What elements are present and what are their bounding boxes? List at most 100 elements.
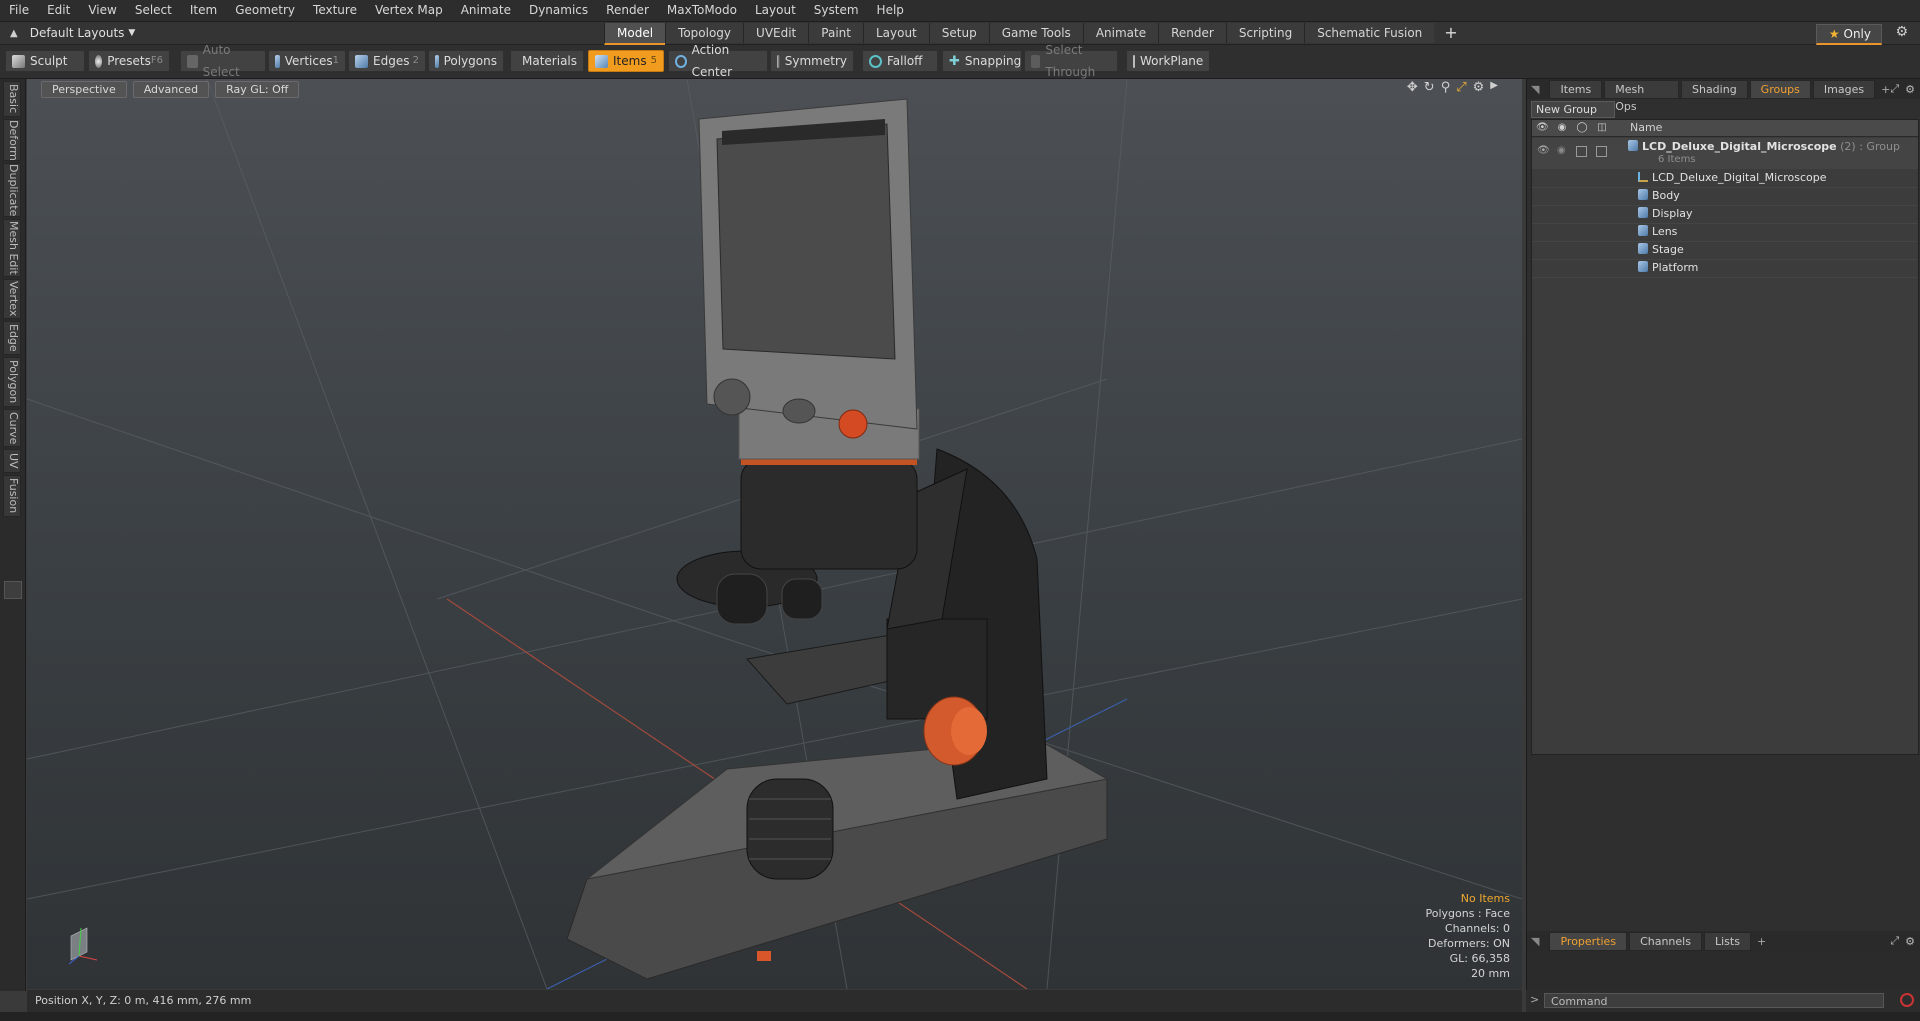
3d-viewport[interactable]: Perspective Advanced Ray GL: Off ✥ ↻ ⚲ ⤢… [27,79,1522,989]
render-toggle-icon[interactable]: ◉ [1557,145,1566,156]
raygl-button[interactable]: Ray GL: Off [215,81,300,98]
items-button[interactable]: Items 5 [588,50,664,72]
menu-vertex-map[interactable]: Vertex Map [366,0,452,21]
tab-render[interactable]: Render [1158,23,1226,43]
tab-groups[interactable]: Groups [1749,79,1811,99]
menu-maxtomodo[interactable]: MaxToModo [658,0,746,21]
tab-mesh-ops[interactable]: Mesh Ops [1604,79,1679,113]
action-center-button[interactable]: Action Center [668,43,768,79]
menu-animate[interactable]: Animate [452,0,520,21]
panel-gear-icon[interactable]: ⚙ [1905,935,1915,948]
menu-geometry[interactable]: Geometry [226,0,304,21]
add-panel-tab-button[interactable]: + [1757,935,1766,948]
zoom-icon[interactable]: ⚲ [1441,80,1451,95]
symmetry-button[interactable]: Symmetry [770,50,854,72]
gear-icon[interactable]: ⚙ [1895,24,1908,40]
fit-icon[interactable]: ⤢ [1456,80,1466,95]
expand-icon[interactable] [4,581,22,599]
select-through-button[interactable]: Select Through [1024,43,1118,79]
menu-file[interactable]: File [0,0,38,21]
viewport-gear-icon[interactable]: ⚙ [1473,80,1485,95]
menu-item[interactable]: Item [181,0,226,21]
collapse-arrow-icon[interactable]: ▲ [10,28,18,39]
tab-images[interactable]: Images [1812,79,1876,99]
group-item-row[interactable]: Stage [1532,241,1918,260]
command-prompt-icon: > [1530,993,1540,1006]
new-group-button[interactable]: New Group [1531,101,1615,118]
panel-grip-icon[interactable]: ◥ [1531,83,1539,96]
vtab-uv[interactable]: UV [3,449,21,473]
group-item-row[interactable]: Lens [1532,223,1918,242]
select-column-icon[interactable]: ◫ [1596,122,1608,134]
add-tab-button[interactable]: + [1434,22,1467,44]
select-checkbox[interactable] [1596,146,1607,157]
menu-edit[interactable]: Edit [38,0,79,21]
lock-checkbox[interactable] [1576,146,1587,157]
layout-switcher[interactable]: ▲ Default Layouts ▼ [0,22,135,44]
panel-grip-icon[interactable]: ◥ [1531,935,1539,948]
vertices-button[interactable]: Vertices 1 [268,50,346,72]
vtab-deform[interactable]: Deform [3,119,21,161]
maximize-icon[interactable]: ⤢ [1890,82,1899,96]
auto-select-button[interactable]: Auto Select [180,43,266,79]
pan-icon[interactable]: ✥ [1407,80,1418,95]
tab-schematic-fusion[interactable]: Schematic Fusion [1304,23,1435,43]
group-item-row[interactable]: Display [1532,205,1918,224]
tab-model[interactable]: Model [604,23,666,45]
menu-texture[interactable]: Texture [304,0,366,21]
tab-lists[interactable]: Lists [1703,931,1751,951]
vtab-mesh-edit[interactable]: Mesh Edit [3,219,21,277]
menu-view[interactable]: View [79,0,125,21]
menu-render[interactable]: Render [597,0,658,21]
group-row[interactable]: 👁 ◉ LCD_Deluxe_Digital_Microscope (2) : … [1532,138,1918,169]
hud-selection: No Items [1460,892,1510,905]
presets-button[interactable]: Presets F6 [88,50,170,72]
group-item-row[interactable]: LCD_Deluxe_Digital_Microscope [1532,169,1918,188]
stop-icon[interactable] [1900,993,1914,1007]
tab-channels[interactable]: Channels [1629,931,1702,951]
shading-mode-button[interactable]: Advanced [132,81,210,98]
vtab-edge[interactable]: Edge [3,321,21,355]
render-column-icon[interactable]: ◉ [1556,122,1568,134]
snapping-button[interactable]: ✚ Snapping [942,50,1022,72]
command-input[interactable]: Command [1544,993,1884,1008]
tab-layout[interactable]: Layout [862,23,929,43]
rotate-icon[interactable]: ↻ [1424,80,1435,95]
sculpt-button[interactable]: Sculpt [5,50,85,72]
falloff-button[interactable]: Falloff [862,50,938,72]
vtab-duplicate[interactable]: Duplicate [3,163,21,217]
tab-items[interactable]: Items [1549,79,1603,99]
polygons-button[interactable]: Polygons [428,50,504,72]
menu-system[interactable]: System [805,0,868,21]
menu-dynamics[interactable]: Dynamics [520,0,597,21]
group-item-row[interactable]: Platform [1532,259,1918,278]
lock-column-icon[interactable]: ◯ [1576,122,1588,134]
add-panel-tab-button[interactable]: + [1881,83,1890,96]
tab-shading[interactable]: Shading [1680,79,1748,99]
edges-button[interactable]: Edges 2 [348,50,426,72]
workplane-button[interactable]: WorkPlane [1126,50,1210,72]
vtab-fusion[interactable]: Fusion [3,475,21,517]
only-toggle[interactable]: ★ Only [1815,24,1882,45]
visibility-eye-icon[interactable]: 👁 [1537,145,1550,156]
maximize-icon[interactable]: ⤢ [1890,934,1899,948]
menu-layout[interactable]: Layout [746,0,805,21]
panel-gear-icon[interactable]: ⚙ [1905,83,1915,96]
tab-scripting[interactable]: Scripting [1225,23,1305,43]
vtab-polygon[interactable]: Polygon [3,357,21,407]
vtab-curve[interactable]: Curve [3,409,21,447]
group-item-row[interactable]: Body [1532,187,1918,206]
view-mode-button[interactable]: Perspective [41,81,127,98]
vtab-vertex[interactable]: Vertex [3,279,21,319]
tab-properties[interactable]: Properties [1549,931,1628,951]
tab-paint[interactable]: Paint [808,23,863,43]
menu-select[interactable]: Select [126,0,181,21]
materials-button[interactable]: Materials [510,50,584,72]
layout-dropdown[interactable]: Default Layouts [30,26,125,40]
menu-help[interactable]: Help [868,0,913,21]
visibility-column-icon[interactable]: 👁 [1536,122,1549,134]
viewport-menu-arrow-icon[interactable]: ▶ [1490,80,1498,95]
tab-setup[interactable]: Setup [928,23,989,43]
name-column-header[interactable]: Name [1630,121,1662,134]
vtab-basic[interactable]: Basic [3,81,21,117]
